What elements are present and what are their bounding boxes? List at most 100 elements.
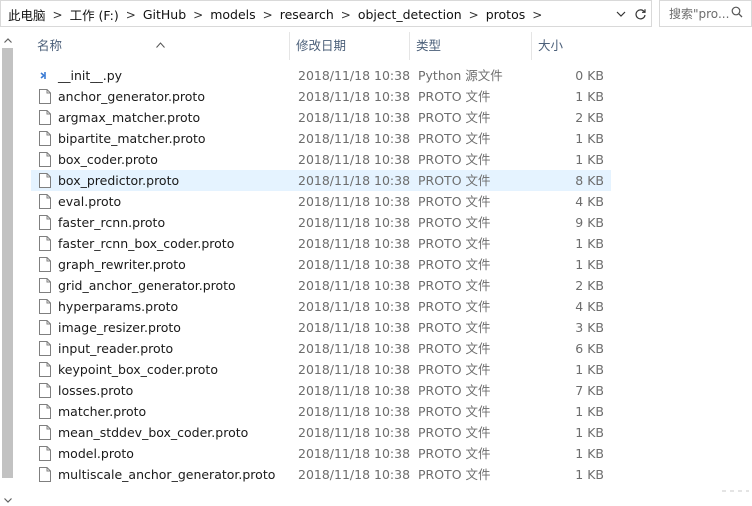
file-size: 7 KB xyxy=(575,383,604,398)
breadcrumb-item[interactable]: models xyxy=(207,7,258,22)
column-size[interactable]: 大小 xyxy=(531,32,611,60)
file-row[interactable]: __init__.py 2018/11/18 10:38 Python 源文件 0 K… xyxy=(31,65,611,86)
file-size: 6 KB xyxy=(575,341,604,356)
file-size: 9 KB xyxy=(575,215,604,230)
file-date: 2018/11/18 10:38 xyxy=(298,152,411,167)
file-icon xyxy=(39,278,51,293)
file-size: 2 KB xyxy=(575,278,604,293)
file-type: PROTO 文件 xyxy=(418,425,491,440)
breadcrumb-item[interactable]: object_detection xyxy=(355,7,465,22)
column-type[interactable]: 类型 xyxy=(409,32,531,60)
file-name: image_resizer.proto xyxy=(58,320,181,335)
file-date: 2018/11/18 10:38 xyxy=(298,194,411,209)
file-row[interactable]: faster_rcnn.proto 2018/11/18 10:38 PROTO 文… xyxy=(31,212,611,233)
breadcrumb-item[interactable]: 此电脑 xyxy=(5,5,49,24)
file-size: 0 KB xyxy=(575,68,604,83)
file-name: mean_stddev_box_coder.proto xyxy=(58,425,249,440)
file-list: __init__.py 2018/11/18 10:38 Python 源文件 0 K… xyxy=(31,65,611,485)
file-type: PROTO 文件 xyxy=(418,404,491,419)
scrollbar-thumb[interactable] xyxy=(2,48,13,478)
scroll-down-arrow-icon[interactable] xyxy=(2,494,13,506)
file-type: PROTO 文件 xyxy=(418,152,491,167)
column-name[interactable]: 名称 xyxy=(31,32,289,60)
file-row[interactable]: mean_stddev_box_coder.proto 2018/11/18 10… xyxy=(31,422,611,443)
file-row[interactable]: faster_rcnn_box_coder.proto 2018/11/18 10… xyxy=(31,233,611,254)
file-type: PROTO 文件 xyxy=(418,131,491,146)
file-row[interactable]: losses.proto 2018/11/18 10:38 PROTO 文件 7 KB xyxy=(31,380,611,401)
search-input[interactable] xyxy=(669,6,729,21)
file-date: 2018/11/18 10:38 xyxy=(298,68,411,83)
file-icon xyxy=(39,152,51,167)
file-row[interactable]: keypoint_box_coder.proto 2018/11/18 10:38… xyxy=(31,359,611,380)
file-size: 1 KB xyxy=(575,236,604,251)
file-size: 1 KB xyxy=(575,446,604,461)
resize-grip-icon[interactable] xyxy=(720,483,750,497)
file-name: keypoint_box_coder.proto xyxy=(58,362,218,377)
file-row[interactable]: hyperparams.proto 2018/11/18 10:38 PROTO 文… xyxy=(31,296,611,317)
file-type: PROTO 文件 xyxy=(418,89,491,104)
file-type: PROTO 文件 xyxy=(418,341,491,356)
file-date: 2018/11/18 10:38 xyxy=(298,446,411,461)
breadcrumb-separator-icon[interactable]: > xyxy=(528,8,546,22)
search-icon[interactable] xyxy=(731,6,743,21)
file-type: PROTO 文件 xyxy=(418,257,491,272)
breadcrumb-item[interactable]: GitHub xyxy=(140,7,189,22)
file-name: faster_rcnn_box_coder.proto xyxy=(58,236,235,251)
file-name: argmax_matcher.proto xyxy=(58,110,201,125)
file-name: faster_rcnn.proto xyxy=(58,215,166,230)
file-date: 2018/11/18 10:38 xyxy=(298,383,411,398)
file-row[interactable]: argmax_matcher.proto 2018/11/18 10:38 PROT… xyxy=(31,107,611,128)
refresh-icon[interactable] xyxy=(631,4,649,24)
file-size: 1 KB xyxy=(575,152,604,167)
file-type: Python 源文件 xyxy=(418,68,503,83)
breadcrumb-separator-icon[interactable]: > xyxy=(189,8,207,22)
file-name: model.proto xyxy=(58,446,134,461)
column-header: 名称 修改日期 类型 大小 xyxy=(31,32,611,60)
file-size: 1 KB xyxy=(575,425,604,440)
breadcrumb-separator-icon[interactable]: > xyxy=(122,8,140,22)
breadcrumb-separator-icon[interactable]: > xyxy=(337,8,355,22)
file-row[interactable]: box_predictor.proto 2018/11/18 10:38 PROTO… xyxy=(31,170,611,191)
file-icon xyxy=(39,446,51,461)
file-type: PROTO 文件 xyxy=(418,215,491,230)
file-row[interactable]: model.proto 2018/11/18 10:38 PROTO 文件 1 KB xyxy=(31,443,611,464)
file-size: 1 KB xyxy=(575,89,604,104)
file-name: losses.proto xyxy=(58,383,134,398)
search-box[interactable] xyxy=(659,0,752,27)
file-row[interactable]: grid_anchor_generator.proto 2018/11/18 10… xyxy=(31,275,611,296)
file-row[interactable]: box_coder.proto 2018/11/18 10:38 PROTO 文件 1… xyxy=(31,149,611,170)
breadcrumb-separator-icon[interactable]: > xyxy=(465,8,483,22)
file-date: 2018/11/18 10:38 xyxy=(298,278,411,293)
column-type-label: 类型 xyxy=(416,38,442,53)
file-name: __init__.py xyxy=(58,68,123,83)
file-row[interactable]: input_reader.proto 2018/11/18 10:38 PROTO … xyxy=(31,338,611,359)
file-type: PROTO 文件 xyxy=(418,299,491,314)
file-type: PROTO 文件 xyxy=(418,236,491,251)
file-row[interactable]: multiscale_anchor_generator.proto 2018/11… xyxy=(31,464,611,485)
chevron-down-icon[interactable] xyxy=(614,4,628,24)
column-size-label: 大小 xyxy=(538,38,564,53)
file-row[interactable]: matcher.proto 2018/11/18 10:38 PROTO 文件 1 K… xyxy=(31,401,611,422)
file-row[interactable]: anchor_generator.proto 2018/11/18 10:38 PR… xyxy=(31,86,611,107)
column-date[interactable]: 修改日期 xyxy=(289,32,409,60)
breadcrumb-separator-icon[interactable]: > xyxy=(259,8,277,22)
file-icon xyxy=(39,299,51,314)
file-size: 3 KB xyxy=(575,320,604,335)
file-row[interactable]: graph_rewriter.proto 2018/11/18 10:38 PROT… xyxy=(31,254,611,275)
file-name: box_coder.proto xyxy=(58,152,158,167)
file-row[interactable]: image_resizer.proto 2018/11/18 10:38 PROTO… xyxy=(31,317,611,338)
breadcrumb-item[interactable]: research xyxy=(277,7,337,22)
file-date: 2018/11/18 10:38 xyxy=(298,425,411,440)
scroll-up-arrow-icon[interactable] xyxy=(2,34,13,46)
breadcrumb-item[interactable]: protos xyxy=(483,7,529,22)
file-size: 1 KB xyxy=(575,404,604,419)
file-icon xyxy=(39,257,51,272)
file-size: 1 KB xyxy=(575,131,604,146)
address-bar[interactable]: 此电脑 > 工作 (F:) > GitHub > models > research > objec… xyxy=(0,0,652,27)
file-icon xyxy=(39,362,51,377)
breadcrumb-item[interactable]: 工作 (F:) xyxy=(67,5,122,24)
file-date: 2018/11/18 10:38 xyxy=(298,236,411,251)
file-row[interactable]: bipartite_matcher.proto 2018/11/18 10:38 P… xyxy=(31,128,611,149)
breadcrumb-separator-icon[interactable]: > xyxy=(49,8,67,22)
file-row[interactable]: eval.proto 2018/11/18 10:38 PROTO 文件 4 KB xyxy=(31,191,611,212)
